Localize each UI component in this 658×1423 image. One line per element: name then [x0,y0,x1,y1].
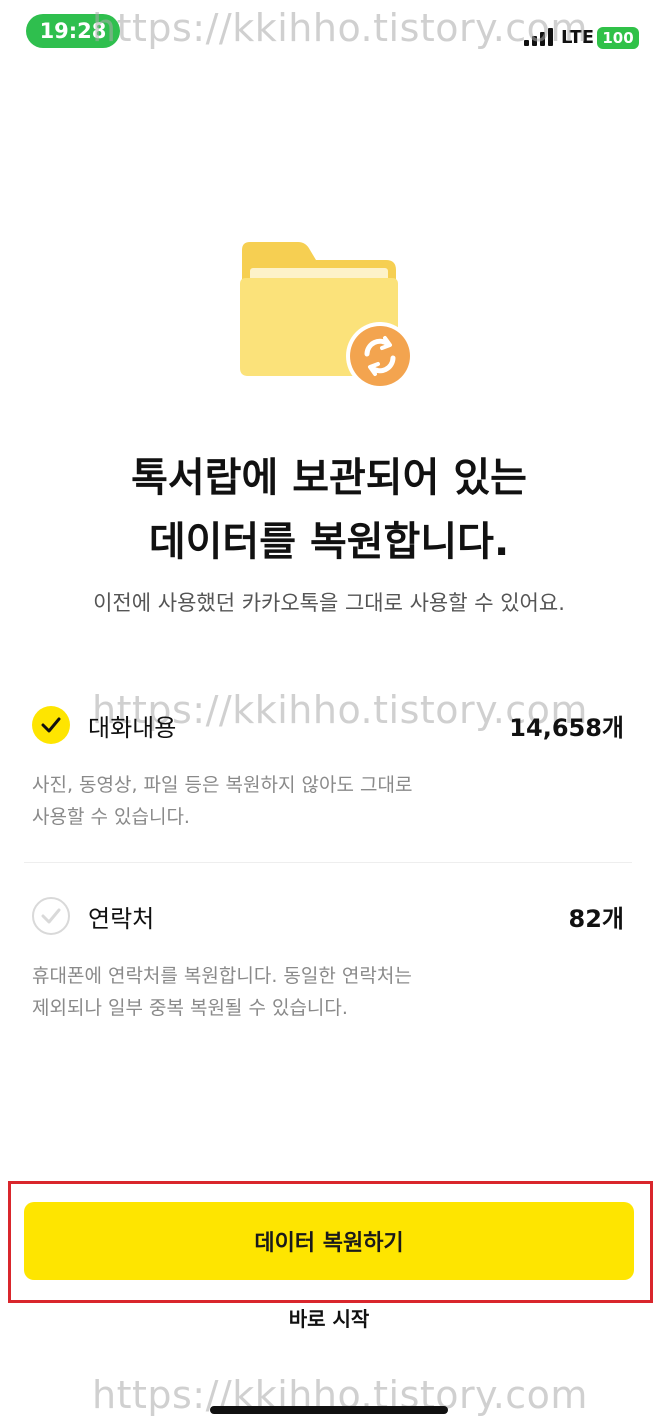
description-line: 휴대폰에 연락처를 복원합니다. 동일한 연락처는 [32,965,412,987]
restore-item-label: 대화내용 [88,713,177,742]
checkmark-icon[interactable] [32,897,70,935]
checkmark-icon[interactable] [32,706,70,744]
home-indicator[interactable] [210,1406,448,1414]
description-line: 사용할 수 있습니다. [32,806,190,828]
description-line: 사진, 동영상, 파일 등은 복원하지 않아도 그대로 [32,774,413,796]
restore-item-count: 82개 [568,904,624,933]
network-label: LTE [561,27,595,48]
restore-item-chats-header[interactable]: 대화내용 14,658개 [32,703,624,747]
description-line: 제외되나 일부 중복 복원될 수 있습니다. [32,997,348,1019]
page-title-line1: 톡서랍에 보관되어 있는 [131,455,527,501]
status-time: 19:28 [26,14,120,48]
signal-icon [524,28,553,46]
restore-item-label: 연락처 [88,904,155,933]
page-title: 톡서랍에 보관되어 있는 데이터를 복원합니다. [0,446,658,574]
start-now-link[interactable]: 바로 시작 [0,1303,658,1332]
restore-item-count: 14,658개 [509,713,624,742]
divider [24,862,632,863]
restore-item-contacts-header[interactable]: 연락처 82개 [32,894,624,938]
folder-sync-icon [236,238,418,396]
restore-data-button[interactable]: 데이터 복원하기 [24,1202,634,1280]
battery-icon: 100 [597,27,639,49]
page-title-line2: 데이터를 복원합니다. [148,519,510,565]
restore-item-description: 사진, 동영상, 파일 등은 복원하지 않아도 그대로 사용할 수 있습니다. [32,769,552,833]
page-subtitle: 이전에 사용했던 카카오톡을 그대로 사용할 수 있어요. [93,591,565,615]
restore-item-description: 휴대폰에 연락처를 복원합니다. 동일한 연락처는 제외되나 일부 중복 복원될… [32,960,552,1024]
status-bar: 19:28 LTE 100 [0,0,658,62]
